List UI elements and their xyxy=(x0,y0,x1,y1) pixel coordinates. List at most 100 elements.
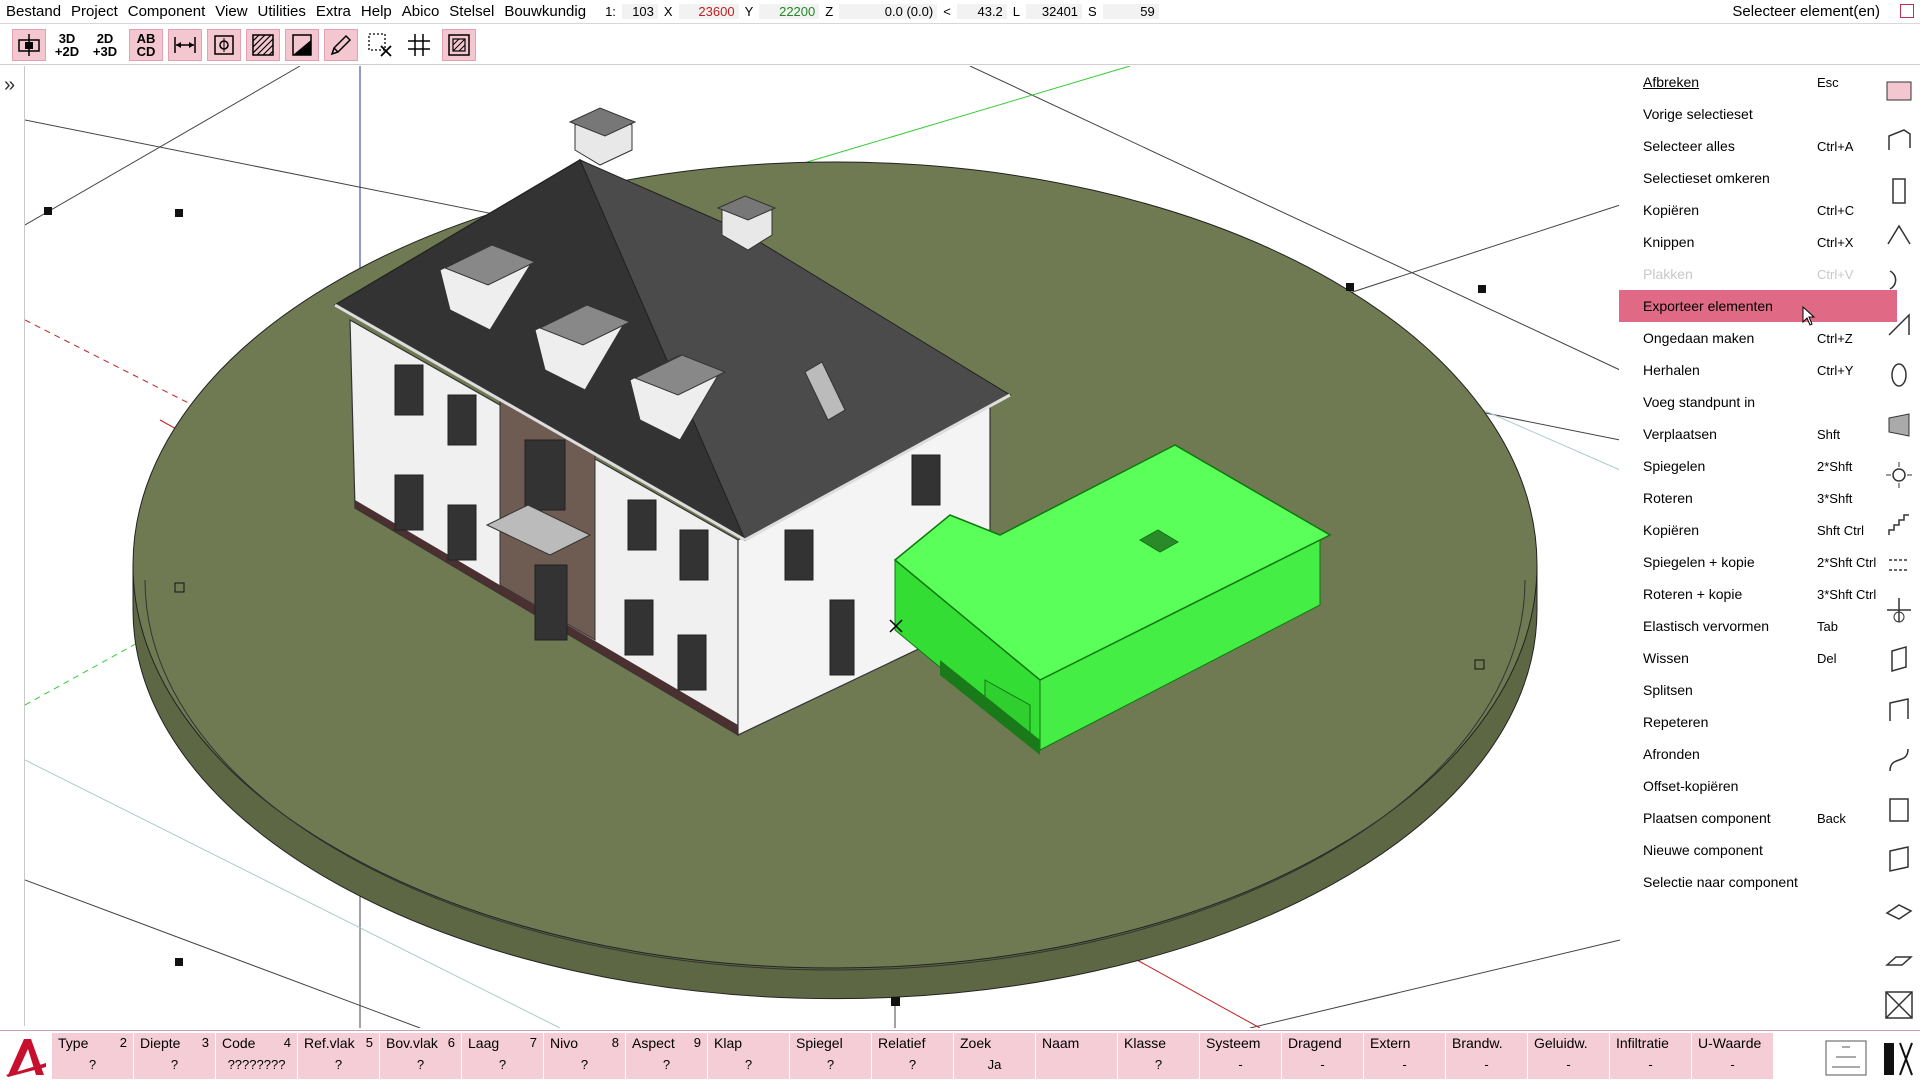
context-menu-item[interactable]: Kopiëren Shft Ctrl xyxy=(1619,514,1897,546)
context-menu-item[interactable]: Spiegelen 2*Shft xyxy=(1619,450,1897,482)
property-field[interactable]: Klasse? xyxy=(1118,1033,1200,1079)
pencil-button[interactable] xyxy=(324,29,358,61)
context-menu-item[interactable]: Vorige selectieset xyxy=(1619,98,1897,130)
property-field[interactable]: Relatief? xyxy=(872,1033,954,1079)
property-field[interactable]: Dragend - xyxy=(1282,1033,1364,1079)
edit-tool-button[interactable] xyxy=(1884,845,1914,875)
context-menu-item[interactable]: Nieuwe component xyxy=(1619,834,1897,866)
context-menu-item[interactable]: Verplaatsen Shft xyxy=(1619,418,1897,450)
menu-stelsel[interactable]: Stelsel xyxy=(444,3,499,20)
context-menu-item[interactable]: Herhalen Ctrl+Y xyxy=(1619,354,1897,386)
menu-help[interactable]: Help xyxy=(356,3,397,20)
dimension-button[interactable] xyxy=(168,29,202,61)
property-field[interactable]: U-Waarde - xyxy=(1692,1033,1774,1079)
context-menu-item[interactable]: Afronden xyxy=(1619,738,1897,770)
layer-button[interactable] xyxy=(442,29,476,61)
wall-tool-button[interactable] xyxy=(1884,76,1914,106)
expand-panel-icon[interactable]: » xyxy=(4,74,15,97)
profile-tool-button[interactable] xyxy=(1884,695,1914,725)
property-field[interactable]: Extern - xyxy=(1364,1033,1446,1079)
beam-tool-button[interactable] xyxy=(1884,126,1914,156)
slab-tool-button[interactable] xyxy=(1884,945,1914,975)
property-field[interactable]: Laag 7? xyxy=(462,1033,544,1079)
property-field[interactable]: Nivo 8? xyxy=(544,1033,626,1079)
context-menu-item[interactable]: Kopiëren Ctrl+C xyxy=(1619,194,1897,226)
menu-abico[interactable]: Abico xyxy=(397,3,445,20)
property-field[interactable]: Bov.vlak 6? xyxy=(380,1033,462,1079)
menu-bouwkundig[interactable]: Bouwkundig xyxy=(499,3,591,20)
property-field[interactable]: Systeem - xyxy=(1200,1033,1282,1079)
annotation-tool-button[interactable] xyxy=(1884,595,1914,625)
y-value[interactable]: 22200 xyxy=(759,4,820,19)
length-value[interactable]: 32401 xyxy=(1026,4,1083,19)
view-mode-icons[interactable] xyxy=(1824,1037,1918,1077)
property-field[interactable]: Zoek Ja xyxy=(954,1033,1036,1079)
context-menu-item[interactable]: Ongedaan maken Ctrl+Z xyxy=(1619,322,1897,354)
property-field[interactable]: Naam xyxy=(1036,1033,1118,1079)
s-value[interactable]: 59 xyxy=(1102,4,1159,19)
context-menu-item[interactable]: Knippen Ctrl+X xyxy=(1619,226,1897,258)
menu-item-label: Voeg standpunt in xyxy=(1643,394,1756,410)
context-menu-item[interactable]: Selecteer alles Ctrl+A xyxy=(1619,130,1897,162)
fill-button[interactable] xyxy=(285,29,319,61)
text-abcd-button[interactable]: AB CD xyxy=(129,29,163,61)
property-field[interactable]: Type 2? xyxy=(52,1033,134,1079)
context-menu-item[interactable]: Exporteer elementen xyxy=(1619,290,1897,322)
section-tool-button[interactable] xyxy=(1884,645,1914,675)
context-menu-item[interactable]: Roteren 3*Shft xyxy=(1619,482,1897,514)
menu-extra[interactable]: Extra xyxy=(311,3,356,20)
context-menu-item[interactable]: Afbreken Esc xyxy=(1619,66,1897,98)
x-value[interactable]: 23600 xyxy=(678,4,739,19)
plate-tool-button[interactable] xyxy=(1884,895,1914,925)
menu-component[interactable]: Component xyxy=(123,3,211,20)
property-field[interactable]: Code 4???????? xyxy=(216,1033,298,1079)
curve-tool-button[interactable] xyxy=(1884,745,1914,775)
property-field[interactable]: Ref.vlak 5? xyxy=(298,1033,380,1079)
property-field[interactable]: Infiltratie - xyxy=(1610,1033,1692,1079)
context-menu-item[interactable]: Splitsen xyxy=(1619,674,1897,706)
context-menu-item[interactable]: Selectie naar component xyxy=(1619,866,1897,898)
menu-bestand[interactable]: Bestand xyxy=(0,3,66,20)
property-field[interactable]: Diepte 3? xyxy=(134,1033,216,1079)
cross-tool-button[interactable] xyxy=(1884,990,1914,1020)
context-menu-item[interactable]: Offset-kopiëren xyxy=(1619,770,1897,802)
context-menu-item[interactable]: Voeg standpunt in xyxy=(1619,386,1897,418)
snap-button[interactable] xyxy=(207,29,241,61)
context-menu-item[interactable]: Spiegelen + kopie 2*Shft Ctrl xyxy=(1619,546,1897,578)
prism-tool-button[interactable] xyxy=(1884,410,1914,440)
stair-tool-button[interactable] xyxy=(1884,510,1914,540)
context-menu-item[interactable]: Plaatsen component Back xyxy=(1619,802,1897,834)
property-field[interactable]: Geluidw. - xyxy=(1528,1033,1610,1079)
scale-value[interactable]: 103 xyxy=(621,4,658,19)
property-field[interactable]: Aspect 9? xyxy=(626,1033,708,1079)
delete-selection-button[interactable] xyxy=(363,29,397,61)
column-tool-button[interactable] xyxy=(1884,176,1914,206)
slope-tool-button[interactable] xyxy=(1884,310,1914,340)
context-menu-item[interactable]: Selectieset omkeren xyxy=(1619,162,1897,194)
hatch-button[interactable] xyxy=(246,29,280,61)
property-field[interactable]: Spiegel? xyxy=(790,1033,872,1079)
array-tool-button[interactable] xyxy=(1884,550,1914,580)
z-value[interactable]: 0.0 (0.0) xyxy=(839,4,938,19)
menu-utilities[interactable]: Utilities xyxy=(253,3,311,20)
light-tool-button[interactable] xyxy=(1884,460,1914,490)
workplane-button[interactable] xyxy=(12,29,46,61)
context-menu-item[interactable]: Repeteren xyxy=(1619,706,1897,738)
roof-tool-button[interactable] xyxy=(1884,220,1914,250)
context-menu-item[interactable]: Elastisch vervormen Tab xyxy=(1619,610,1897,642)
model-viewport[interactable] xyxy=(24,65,1895,1029)
arc-tool-button[interactable] xyxy=(1884,265,1914,295)
context-menu-item[interactable]: Roteren + kopie 3*Shft Ctrl xyxy=(1619,578,1897,610)
angle-value[interactable]: 43.2 xyxy=(956,4,1007,19)
window-restore-icon[interactable] xyxy=(1900,4,1914,18)
frame-tool-button[interactable] xyxy=(1884,795,1914,825)
property-field[interactable]: Klap? xyxy=(708,1033,790,1079)
property-field[interactable]: Brandw. - xyxy=(1446,1033,1528,1079)
dome-tool-button[interactable] xyxy=(1884,360,1914,390)
menu-project[interactable]: Project xyxy=(66,3,123,20)
grid-button[interactable] xyxy=(402,29,436,61)
view-3d2d-button[interactable]: 3D +2D xyxy=(50,29,84,61)
context-menu-item[interactable]: Wissen Del xyxy=(1619,642,1897,674)
view-2d3d-button[interactable]: 2D +3D xyxy=(88,29,122,61)
menu-view[interactable]: View xyxy=(210,3,252,20)
